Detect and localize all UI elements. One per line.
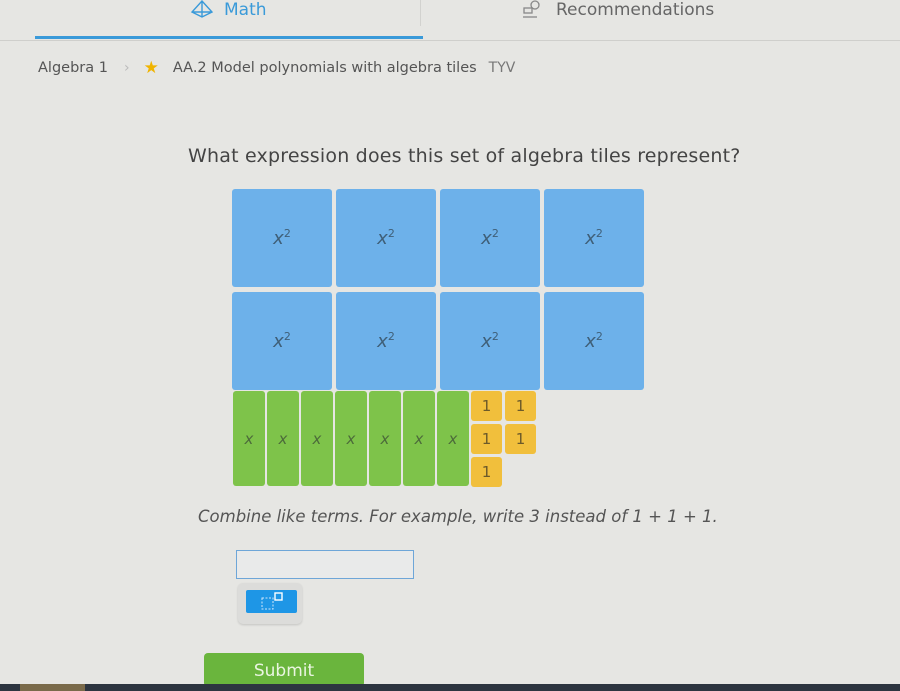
active-tab-indicator — [35, 36, 423, 39]
x-tile: x — [369, 391, 401, 486]
math-toolbar — [238, 583, 302, 624]
tab-divider — [420, 0, 421, 26]
tab-math-label: Math — [224, 0, 267, 20]
x-squared-tile: x2 — [440, 189, 540, 287]
tab-recommendations[interactable]: Recommendations — [520, 0, 714, 40]
unit-tile: 1 — [471, 424, 502, 454]
instruction-text: Combine like terms. For example, write 3… — [198, 507, 718, 526]
exponent-button[interactable] — [246, 590, 297, 613]
skill-code: TYV — [488, 60, 516, 76]
breadcrumb-course[interactable]: Algebra 1 — [38, 60, 108, 76]
x-tile: x — [233, 391, 265, 486]
bottom-bar — [0, 684, 900, 691]
bottom-bar-accent — [20, 684, 85, 691]
x-squared-tile: x2 — [440, 292, 540, 390]
exponent-icon — [246, 590, 297, 616]
top-navigation: Math Recommendations — [0, 0, 900, 41]
x-tile: x — [335, 391, 367, 486]
x-squared-tile: x2 — [232, 292, 332, 390]
breadcrumb: Algebra 1 › ★ AA.2 Model polynomials wit… — [38, 58, 515, 78]
pyramid-icon — [190, 0, 214, 18]
unit-tile: 1 — [471, 457, 502, 487]
submit-button[interactable]: Submit — [204, 653, 364, 687]
breadcrumb-skill: AA.2 Model polynomials with algebra tile… — [172, 60, 477, 76]
x-squared-tile: x2 — [232, 189, 332, 287]
unit-tile: 1 — [471, 391, 502, 421]
x-squared-tile: x2 — [336, 292, 436, 390]
x-tile: x — [301, 391, 333, 486]
question-prompt: What expression does this set of algebra… — [188, 145, 741, 167]
tab-recommendations-label: Recommendations — [556, 0, 715, 20]
star-icon: ★ — [143, 58, 159, 78]
x-tile: x — [403, 391, 435, 486]
x-squared-tile: x2 — [336, 189, 436, 287]
answer-input[interactable] — [236, 550, 414, 579]
tab-math[interactable]: Math — [190, 0, 267, 40]
unit-tile: 1 — [505, 424, 536, 454]
x-tile: x — [437, 391, 469, 486]
recommendations-icon — [520, 0, 546, 20]
x-squared-tile: x2 — [544, 189, 644, 287]
algebra-tiles: x2 x2 x2 x2 x2 x2 x2 x2 x x x x x x x 1 1 1 1 1 — [230, 188, 650, 488]
x-squared-tile: x2 — [544, 292, 644, 390]
chevron-right-icon: › — [123, 60, 130, 76]
x-tile: x — [267, 391, 299, 486]
unit-tile: 1 — [505, 391, 536, 421]
